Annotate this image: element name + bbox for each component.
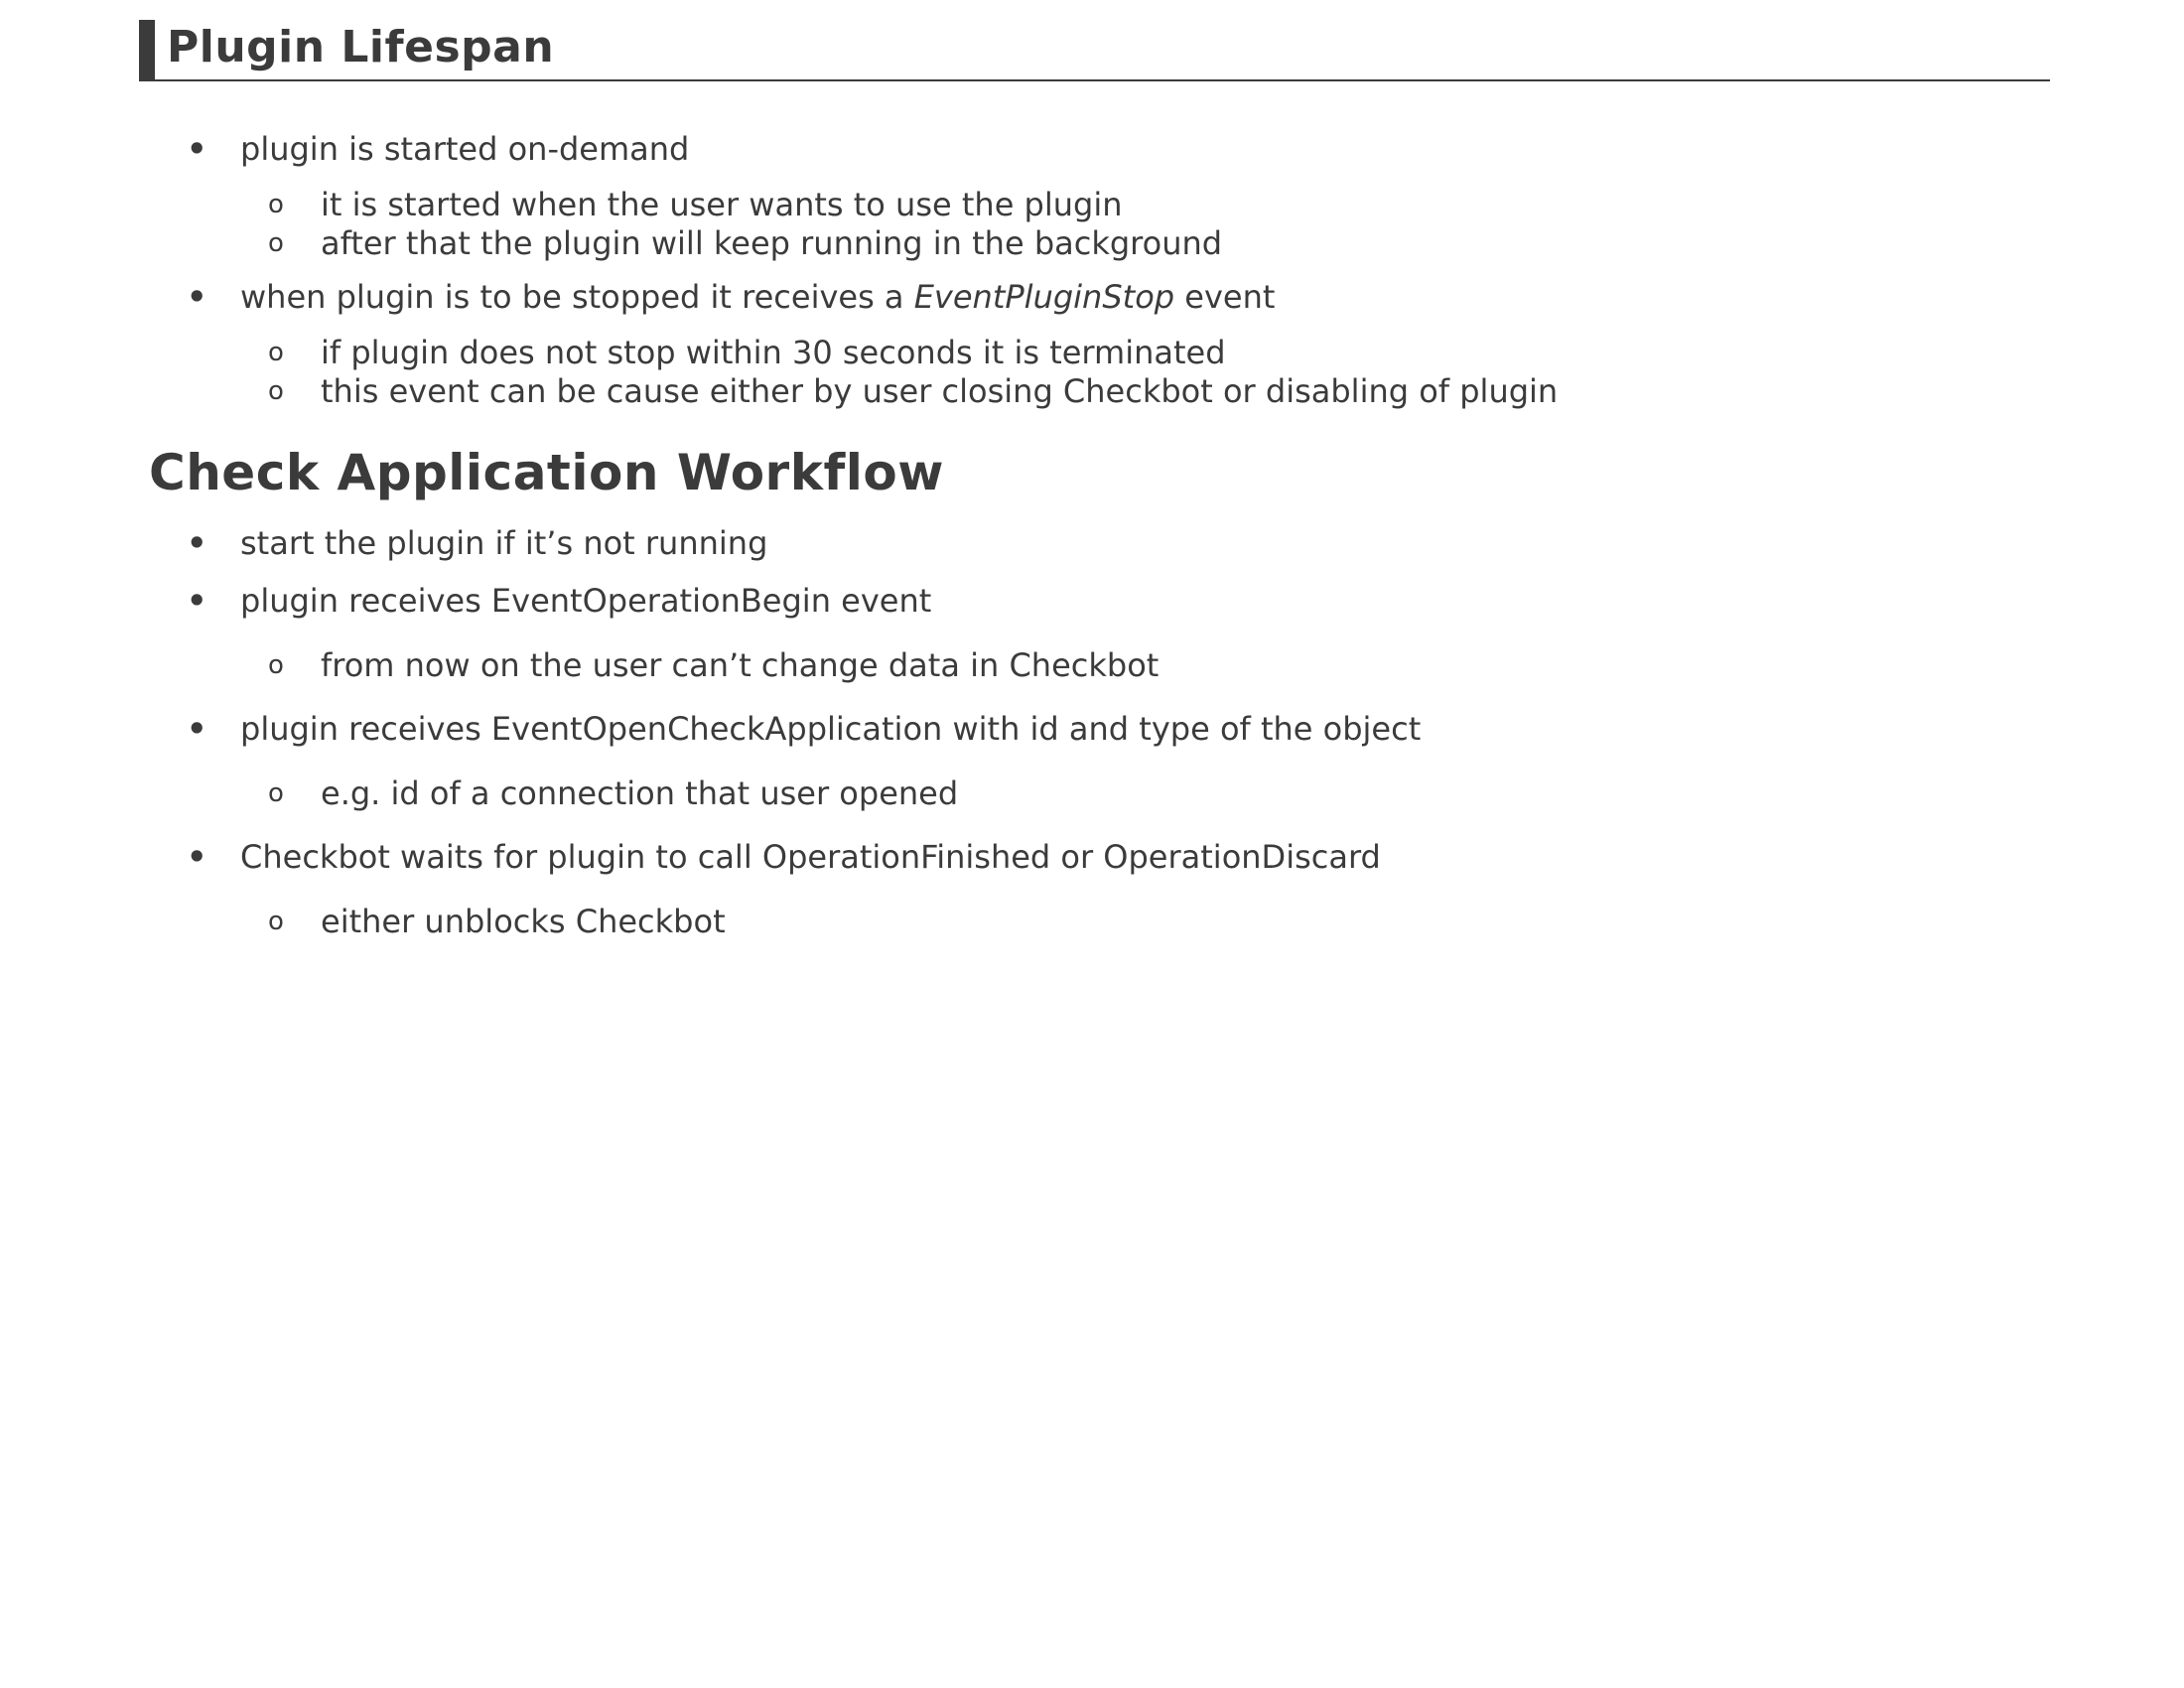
sub-bullet-icon: o bbox=[268, 650, 284, 680]
sub-bullet-icon: o bbox=[268, 338, 284, 367]
sub-bullet-icon: o bbox=[268, 376, 284, 406]
bullet-icon: • bbox=[187, 130, 207, 168]
sub-list-item: after that the plugin will keep running … bbox=[321, 224, 1223, 262]
bullet-icon: • bbox=[187, 838, 207, 876]
heading-accent-bar bbox=[139, 20, 155, 79]
list-item-text: when plugin is to be stopped it receives… bbox=[240, 278, 914, 316]
sub-list-item: e.g. id of a connection that user opened bbox=[321, 774, 959, 812]
list-item: Checkbot waits for plugin to call Operat… bbox=[240, 838, 1381, 876]
sub-list-item: from now on the user can’t change data i… bbox=[321, 646, 1160, 684]
document-page: Plugin Lifespan • plugin is started on-d… bbox=[0, 0, 2184, 1688]
list-item: plugin receives EventOperationBegin even… bbox=[240, 582, 932, 620]
bullet-icon: • bbox=[187, 278, 207, 316]
bullet-icon: • bbox=[187, 710, 207, 748]
section-title: Check Application Workflow bbox=[149, 444, 944, 501]
event-name: EventPluginStop bbox=[913, 278, 1175, 316]
list-item: start the plugin if it’s not running bbox=[240, 524, 768, 562]
section-heading-plugin-lifespan: Plugin Lifespan bbox=[139, 20, 2050, 81]
list-item: when plugin is to be stopped it receives… bbox=[240, 277, 1275, 317]
list-item-text: event bbox=[1174, 278, 1276, 316]
sub-bullet-icon: o bbox=[268, 228, 284, 258]
list-item: plugin receives EventOpenCheckApplicatio… bbox=[240, 710, 1422, 748]
sub-list-item: either unblocks Checkbot bbox=[321, 903, 726, 940]
sub-list-item: it is started when the user wants to use… bbox=[321, 186, 1123, 223]
sub-bullet-icon: o bbox=[268, 190, 284, 219]
sub-list-item: if plugin does not stop within 30 second… bbox=[321, 334, 1226, 371]
list-item: plugin is started on-demand bbox=[240, 130, 690, 168]
sub-list-item: this event can be cause either by user c… bbox=[321, 372, 1559, 410]
sub-bullet-icon: o bbox=[268, 778, 284, 808]
bullet-icon: • bbox=[187, 524, 207, 562]
sub-bullet-icon: o bbox=[268, 907, 284, 936]
bullet-icon: • bbox=[187, 582, 207, 620]
section-title: Plugin Lifespan bbox=[167, 22, 555, 72]
